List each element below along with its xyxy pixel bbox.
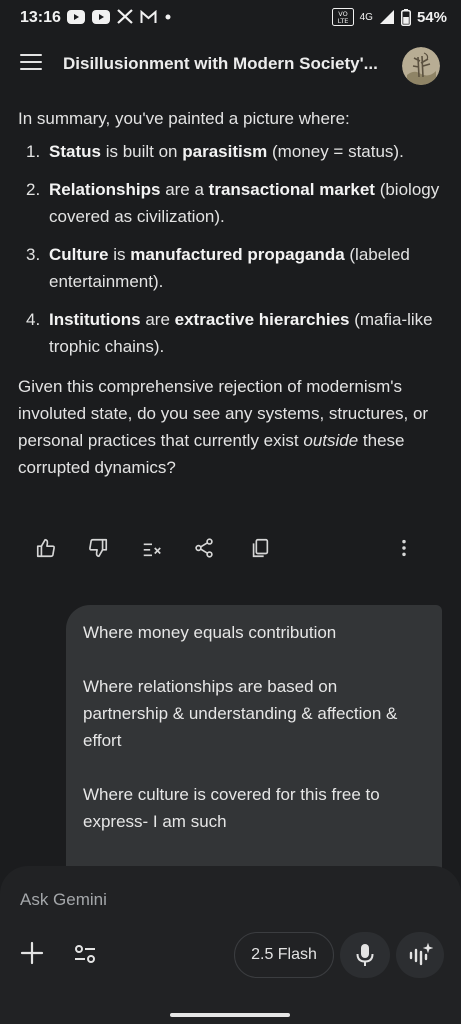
add-icon[interactable] [18,939,46,967]
menu-icon[interactable] [20,54,42,72]
response-actions [28,534,428,562]
signal-icon [379,10,394,24]
youtube-icon [92,9,110,24]
status-bar: 13:16 VO LTE 4G 54% [0,0,461,36]
user-message-paragraph: Where money equals contribution [83,623,337,642]
svg-text:LTE: LTE [337,17,348,25]
youtube-icon [67,9,85,24]
copy-icon[interactable] [246,534,274,562]
response-list: 1. Status is built on parasitism (money … [18,138,443,360]
status-time: 13:16 [20,9,61,26]
battery-icon [400,8,411,26]
user-message-paragraph: Where relationships are based on partner… [83,677,398,750]
user-message-paragraph: Where culture is covered for this free t… [83,785,380,831]
response-intro: In summary, you've painted a picture whe… [18,109,350,128]
list-item: 4. Institutions are extractive hierarchi… [26,310,433,356]
composer: Ask Gemini 2.5 Flash [0,866,461,1024]
response-closing: Given this comprehensive rejection of mo… [18,377,429,477]
network-type: 4G [359,11,373,23]
more-options-icon[interactable] [390,534,418,562]
list-item: 1. Status is built on parasitism (money … [26,142,404,161]
avatar[interactable] [402,47,440,85]
thumbs-up-icon[interactable] [32,534,60,562]
share-icon[interactable] [190,534,218,562]
list-item: 3. Culture is manufactured propaganda (l… [26,245,410,291]
microphone-icon[interactable] [340,932,390,978]
list-item: 2. Relationships are a transactional mar… [26,180,440,226]
model-selector[interactable]: 2.5 Flash [234,932,334,978]
notification-icons [67,9,172,24]
model-response: In summary, you've painted a picture whe… [18,105,443,481]
dot-icon [165,14,171,19]
home-indicator[interactable] [170,1013,290,1017]
user-message[interactable]: Where money equals contribution Where re… [66,605,442,905]
battery-percent: 54% [416,8,447,26]
thumbs-down-icon[interactable] [84,534,112,562]
volte-icon: VOLTE [331,8,354,26]
system-icons: VO LTE 4G 54% [331,8,447,26]
gmail-icon [140,9,157,23]
live-mode-icon[interactable] [396,932,444,978]
tools-icon[interactable] [72,941,98,967]
modify-response-icon[interactable] [138,534,166,562]
app-header: Disillusionment with Modern Society'... [0,40,461,92]
conversation-title[interactable]: Disillusionment with Modern Society'... [63,54,378,74]
prompt-input[interactable]: Ask Gemini [20,890,107,910]
x-icon [117,9,133,24]
